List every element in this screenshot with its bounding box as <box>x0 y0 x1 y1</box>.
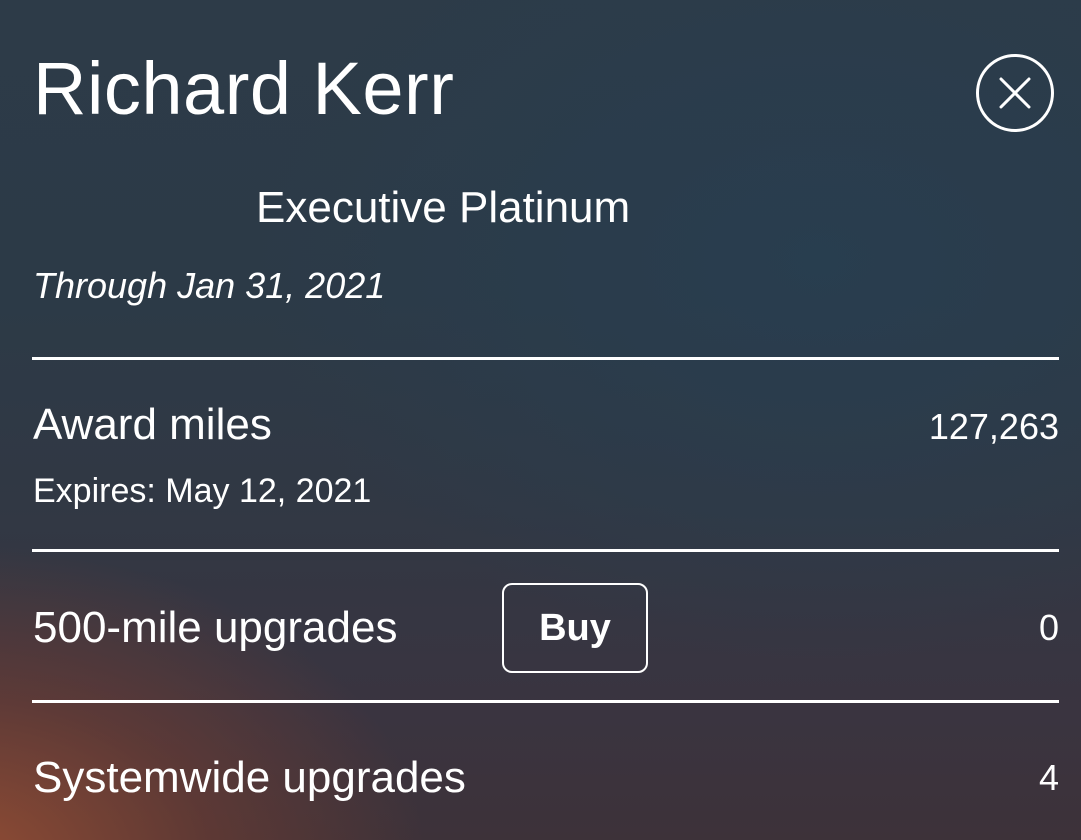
systemwide-upgrades-label: Systemwide upgrades <box>33 753 466 802</box>
status-tier: Executive Platinum <box>256 183 631 232</box>
award-miles-value: 127,263 <box>928 406 1059 447</box>
member-name: Richard Kerr <box>33 47 455 130</box>
award-miles-label: Award miles <box>33 400 272 449</box>
status-through-date: Through Jan 31, 2021 <box>33 265 386 306</box>
systemwide-upgrades-value: 4 <box>1038 757 1059 798</box>
buy-button[interactable]: Buy <box>502 583 648 673</box>
award-miles-expires: Expires: May 12, 2021 <box>33 472 372 510</box>
close-button[interactable] <box>976 54 1054 132</box>
divider <box>32 357 1059 360</box>
divider <box>32 549 1059 552</box>
close-icon <box>999 77 1031 109</box>
divider <box>32 700 1059 703</box>
500-mile-upgrades-label: 500-mile upgrades <box>33 603 398 652</box>
500-mile-upgrades-value: 0 <box>1038 607 1059 648</box>
